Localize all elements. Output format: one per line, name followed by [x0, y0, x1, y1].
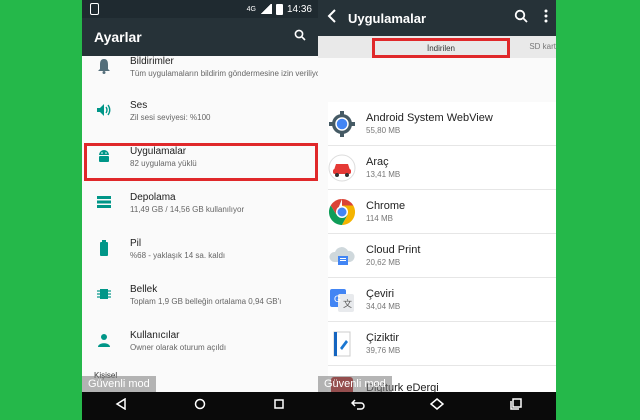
list-item[interactable]: Cloud Print 20,62 MB [328, 234, 556, 278]
search-icon[interactable] [514, 9, 528, 28]
notification-icon [90, 3, 99, 15]
app-list: Android System WebView 55,80 MB Araç 13,41… [328, 102, 556, 392]
setting-title: Bildirimler [130, 56, 174, 67]
notebook-icon [328, 330, 356, 358]
status-bar: 4G 14:36 [82, 0, 318, 18]
user-icon [94, 330, 114, 350]
list-item[interactable]: G文 Çeviri 34,04 MB [328, 278, 556, 322]
cloud-print-icon [328, 242, 356, 270]
setting-title: Bellek [130, 284, 158, 295]
memory-chip-icon [94, 284, 114, 304]
setting-title: Depolama [130, 192, 176, 203]
status-time: 14:36 [286, 3, 312, 15]
page-title: Ayarlar [94, 29, 142, 45]
setting-subtitle: %68 - yaklaşık 14 sa. kaldı [130, 251, 226, 260]
setting-battery[interactable]: Pil %68 - yaklaşık 14 sa. kaldı [82, 226, 318, 272]
android-icon [94, 146, 114, 166]
translate-icon: G文 [328, 286, 356, 314]
safe-mode-label: Güvenli mod [318, 376, 392, 392]
signal-icon [259, 4, 272, 14]
tab-sd-card[interactable]: SD kart [529, 42, 556, 51]
safe-mode-label: Güvenli mod [82, 376, 156, 392]
app-size: 114 MB [366, 214, 393, 223]
chrome-icon [328, 198, 356, 226]
setting-users[interactable]: Kullanıcılar Owner olarak oturum açıldı [82, 318, 318, 364]
app-name: Android System WebView [366, 112, 493, 124]
setting-title: Uygulamalar [130, 146, 187, 157]
setting-storage[interactable]: Depolama 11,49 GB / 14,56 GB kullanılıyo… [82, 180, 318, 226]
car-app-icon [328, 154, 356, 182]
bell-icon [94, 56, 114, 76]
setting-subtitle: Tüm uygulamaların bildirim göndermesine … [130, 69, 318, 78]
app-name: Cloud Print [366, 244, 421, 256]
home-nav-icon[interactable] [429, 397, 445, 415]
setting-apps[interactable]: Uygulamalar 82 uygulama yüklü [82, 134, 318, 180]
app-name: Araç [366, 156, 389, 168]
tab-downloaded[interactable]: İndirilen [372, 38, 510, 58]
page-title: Uygulamalar [348, 10, 427, 26]
list-item[interactable]: Chrome 114 MB [328, 190, 556, 234]
storage-icon [94, 192, 114, 212]
setting-subtitle: Zil sesi seviyesi: %100 [130, 113, 211, 122]
apps-toolbar: Uygulamalar [318, 0, 556, 36]
network-label: 4G [246, 5, 256, 13]
recents-nav-icon[interactable] [509, 397, 523, 415]
back-nav-icon[interactable] [350, 397, 365, 415]
svg-text:G: G [334, 294, 341, 304]
svg-text:文: 文 [343, 298, 352, 309]
webview-gear-icon [328, 110, 356, 138]
app-size: 13,41 MB [366, 170, 401, 179]
volume-icon [94, 100, 114, 120]
app-size: 55,80 MB [366, 126, 401, 135]
apps-screen: Uygulamalar İndirilen SD kart Android Sy… [318, 0, 556, 420]
setting-subtitle: Owner olarak oturum açıldı [130, 343, 227, 352]
app-size: 39,76 MB [366, 346, 401, 355]
setting-title: Pil [130, 238, 142, 249]
recents-nav-icon[interactable] [273, 397, 285, 415]
back-nav-icon[interactable] [115, 397, 127, 415]
app-size: 20,62 MB [366, 258, 401, 267]
setting-title: Ses [130, 100, 148, 111]
app-name: Çeviri [366, 288, 395, 300]
setting-notifications[interactable]: Bildirimler Tüm uygulamaların bildirim g… [82, 46, 318, 88]
more-options-icon[interactable] [544, 9, 548, 28]
app-size: 34,04 MB [366, 302, 401, 311]
filter-tabs: İndirilen SD kart [318, 36, 556, 58]
back-arrow-icon[interactable] [326, 8, 338, 28]
home-nav-icon[interactable] [194, 397, 206, 415]
app-name: Chrome [366, 200, 406, 212]
settings-list: Bildirimler Tüm uygulamaların bildirim g… [82, 46, 318, 392]
list-item[interactable]: Çiziktir 39,76 MB [328, 322, 556, 366]
list-item[interactable]: Android System WebView 55,80 MB [328, 102, 556, 146]
nav-bar [82, 392, 318, 420]
app-name: Çiziktir [366, 332, 399, 344]
setting-sound[interactable]: Ses Zil sesi seviyesi: %100 [82, 88, 318, 134]
setting-subtitle: Toplam 1,9 GB belleğin ortalama 0,94 GB'… [130, 297, 282, 306]
battery-icon [94, 238, 114, 258]
settings-screen: 4G 14:36 Ayarlar Bildirimler Tüm uygulam… [82, 0, 318, 420]
setting-subtitle: 82 uygulama yüklü [130, 159, 197, 168]
nav-bar [318, 392, 556, 420]
battery-icon [275, 3, 283, 15]
setting-title: Kullanıcılar [130, 330, 180, 341]
setting-memory[interactable]: Bellek Toplam 1,9 GB belleğin ortalama 0… [82, 272, 318, 318]
setting-subtitle: 11,49 GB / 14,56 GB kullanılıyor [130, 205, 245, 214]
list-item[interactable]: Araç 13,41 MB [328, 146, 556, 190]
search-icon[interactable] [294, 28, 306, 46]
